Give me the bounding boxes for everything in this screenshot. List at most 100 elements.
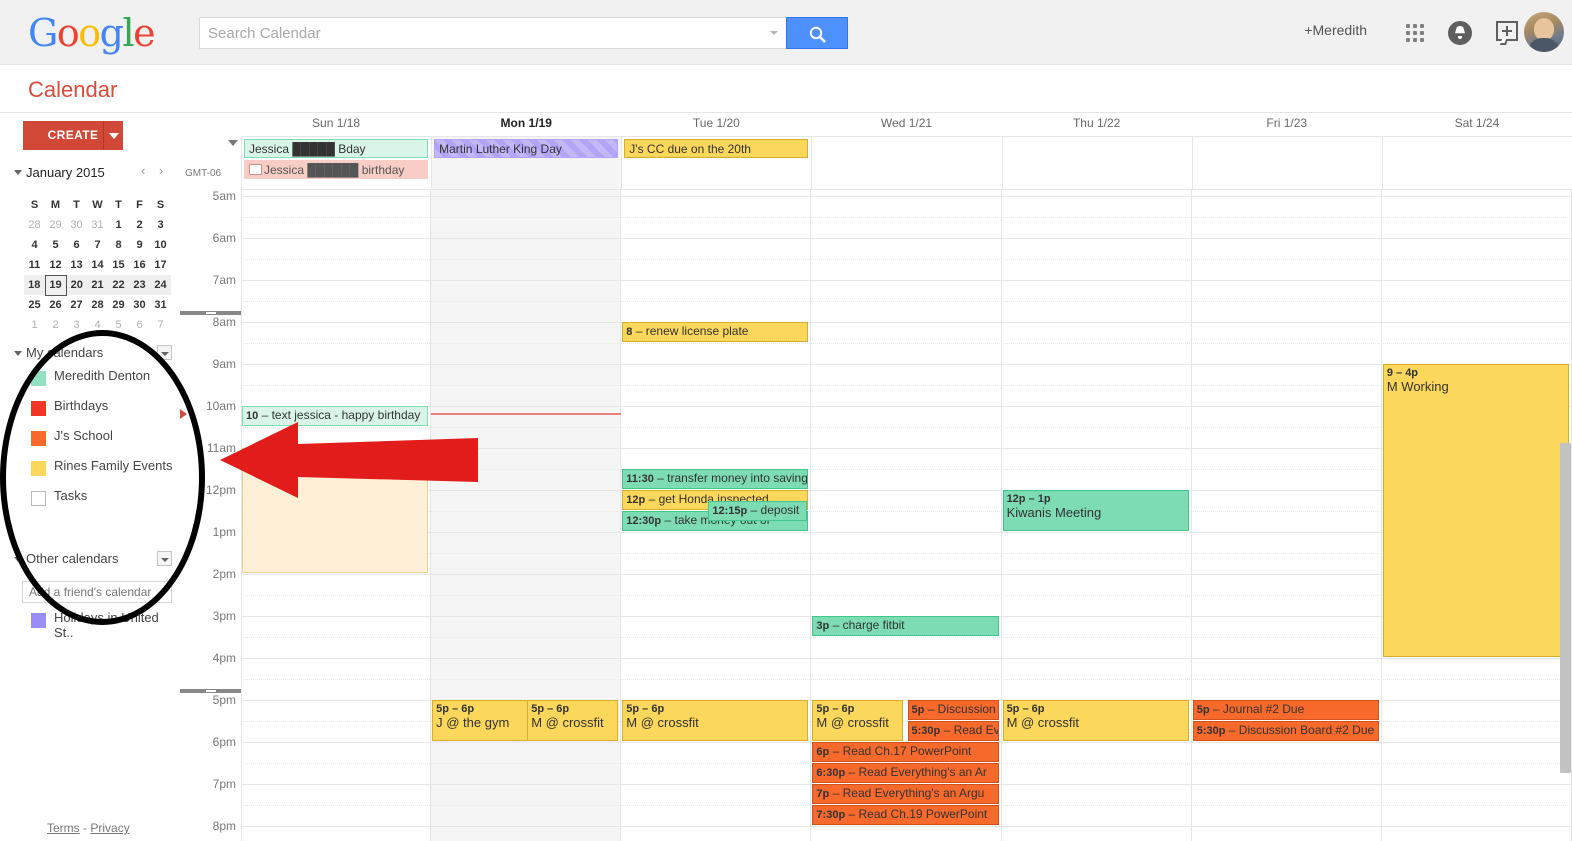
day-column-5[interactable]: [1192, 190, 1382, 841]
mini-calendar-day[interactable]: 7: [150, 315, 171, 335]
mini-calendar-day[interactable]: 17: [150, 255, 171, 275]
mini-calendar-day[interactable]: 31: [87, 215, 108, 235]
mini-calendar-day[interactable]: 21: [87, 275, 108, 295]
mini-calendar-day[interactable]: 1: [24, 315, 45, 335]
scroll-grip-handle[interactable]: [180, 689, 241, 693]
mini-calendar-day[interactable]: 6: [66, 235, 87, 255]
mini-calendar-day[interactable]: 2: [129, 215, 150, 235]
mini-calendar-day[interactable]: 30: [66, 215, 87, 235]
mini-calendar-day[interactable]: 27: [66, 295, 87, 315]
mini-calendar-day[interactable]: 9: [129, 235, 150, 255]
day-header-6[interactable]: Sat 1/24: [1382, 116, 1572, 130]
mini-calendar-day[interactable]: 11: [24, 255, 45, 275]
calendar-event[interactable]: 6p – Read Ch.17 PowerPoint: [812, 742, 999, 762]
calendar-event[interactable]: 7p – Read Everything's an Argu: [812, 784, 999, 804]
mini-calendar-prev-button[interactable]: ‹: [141, 163, 145, 178]
mini-calendar-day[interactable]: 18: [24, 275, 45, 295]
mini-calendar-day[interactable]: 24: [150, 275, 171, 295]
calendar-color-swatch[interactable]: [31, 613, 46, 628]
all-day-event[interactable]: Jessica █████ Bday: [244, 139, 429, 158]
mini-calendar-day[interactable]: 15: [108, 255, 129, 275]
calendar-color-swatch[interactable]: [31, 491, 46, 506]
plus-user-link[interactable]: +Meredith: [1304, 22, 1367, 38]
calendar-event[interactable]: 3p – charge fitbit: [812, 616, 999, 636]
all-day-event[interactable]: J's CC due on the 20th: [624, 139, 809, 158]
mini-calendar-day[interactable]: 2: [45, 315, 66, 335]
mini-calendar-day[interactable]: 14: [87, 255, 108, 275]
my-calendar-item[interactable]: Birthdays: [14, 397, 180, 427]
calendar-event[interactable]: 5p – 6p M @ crossfit: [812, 700, 904, 741]
calendar-event[interactable]: 5p – Journal #2 Due: [1192, 700, 1379, 720]
scroll-grip-handle[interactable]: [180, 311, 241, 315]
mini-calendar-next-button[interactable]: ›: [159, 163, 163, 178]
google-logo[interactable]: Google: [28, 13, 156, 53]
mini-calendar-collapse-icon[interactable]: [14, 170, 22, 175]
calendar-event[interactable]: 12p – 1p Kiwanis Meeting: [1002, 490, 1189, 531]
mini-calendar-day[interactable]: 4: [87, 315, 108, 335]
mini-calendar-day[interactable]: 30: [129, 295, 150, 315]
search-options-caret-icon[interactable]: [770, 31, 778, 35]
other-calendars-options-button[interactable]: [157, 551, 172, 566]
calendar-event[interactable]: 6:30p – Read Everything's an Ar: [812, 763, 999, 783]
mini-calendar-day[interactable]: 20: [66, 275, 87, 295]
mini-calendar-day[interactable]: 16: [129, 255, 150, 275]
mini-calendar-day[interactable]: 19: [44, 274, 67, 296]
calendar-event[interactable]: 5p – Discussion: [907, 700, 999, 720]
my-calendar-item[interactable]: Meredith Denton: [14, 367, 180, 397]
calendar-event[interactable]: 11:30 – transfer money into savings: [622, 469, 809, 489]
calendar-event[interactable]: 5p – 6p M @ crossfit: [527, 700, 619, 741]
calendar-event[interactable]: mo: [242, 448, 429, 573]
vertical-scrollbar[interactable]: [1560, 443, 1571, 773]
mini-calendar-day[interactable]: 5: [108, 315, 129, 335]
all-day-column-3[interactable]: [812, 137, 1003, 189]
mini-calendar-day[interactable]: 10: [150, 235, 171, 255]
my-calendars-collapse-icon[interactable]: [14, 351, 22, 356]
mini-calendar-day[interactable]: 13: [66, 255, 87, 275]
mini-calendar-day[interactable]: 28: [24, 215, 45, 235]
mini-calendar-day[interactable]: 1: [108, 215, 129, 235]
all-day-column-5[interactable]: [1193, 137, 1383, 189]
mini-calendar-day[interactable]: 31: [150, 295, 171, 315]
search-input[interactable]: [200, 18, 760, 48]
mini-calendar-day[interactable]: 4: [24, 235, 45, 255]
day-header-5[interactable]: Fri 1/23: [1192, 116, 1382, 130]
mini-calendar-day[interactable]: 29: [108, 295, 129, 315]
my-calendar-item[interactable]: Rines Family Events: [14, 457, 180, 487]
add-friend-calendar-input[interactable]: [22, 581, 172, 603]
calendar-event[interactable]: 12:15p – deposit: [708, 500, 808, 521]
create-dropdown-button[interactable]: [103, 121, 123, 150]
day-header-3[interactable]: Wed 1/21: [811, 116, 1001, 130]
my-calendar-item[interactable]: Tasks: [14, 487, 180, 517]
all-day-event[interactable]: Jessica ██████ birthday: [244, 160, 429, 179]
terms-link[interactable]: Terms: [47, 821, 80, 835]
mini-calendar-day[interactable]: 3: [66, 315, 87, 335]
calendar-event[interactable]: 10 – text jessica - happy birthday: [242, 406, 429, 426]
calendar-color-swatch[interactable]: [31, 431, 46, 446]
mini-calendar-day[interactable]: 3: [150, 215, 171, 235]
mini-calendar-day[interactable]: 22: [108, 275, 129, 295]
mini-calendar-day[interactable]: 28: [87, 295, 108, 315]
all-day-column-4[interactable]: [1003, 137, 1193, 189]
calendar-event[interactable]: 7:30p – Read Ch.19 PowerPoint: [812, 805, 999, 825]
day-column-1[interactable]: [431, 190, 622, 841]
calendar-event[interactable]: 5p – 6p M @ crossfit: [622, 700, 809, 741]
mini-calendar-day[interactable]: 6: [129, 315, 150, 335]
calendar-event[interactable]: 9 – 4p M Working: [1382, 364, 1569, 657]
privacy-link[interactable]: Privacy: [90, 821, 129, 835]
search-button[interactable]: [786, 17, 848, 49]
day-header-1[interactable]: Mon 1/19: [431, 116, 621, 130]
other-calendars-collapse-icon[interactable]: [14, 557, 22, 562]
calendar-event[interactable]: 5:30p – Discussion Board #2 Due: [1192, 721, 1379, 741]
mini-calendar-day[interactable]: 29: [45, 215, 66, 235]
mini-calendar-day[interactable]: 12: [45, 255, 66, 275]
search-box[interactable]: [199, 17, 786, 49]
calendar-color-swatch[interactable]: [31, 401, 46, 416]
calendar-event[interactable]: 8 – renew license plate: [622, 322, 809, 342]
mini-calendar-day[interactable]: 7: [87, 235, 108, 255]
bell-icon[interactable]: [1448, 21, 1472, 45]
all-day-collapse-icon[interactable]: [228, 140, 238, 146]
apps-grid-icon[interactable]: [1406, 24, 1424, 42]
other-calendar-item[interactable]: Holidays in United St..: [14, 609, 180, 640]
day-header-4[interactable]: Thu 1/22: [1002, 116, 1192, 130]
my-calendar-item[interactable]: J's School: [14, 427, 180, 457]
